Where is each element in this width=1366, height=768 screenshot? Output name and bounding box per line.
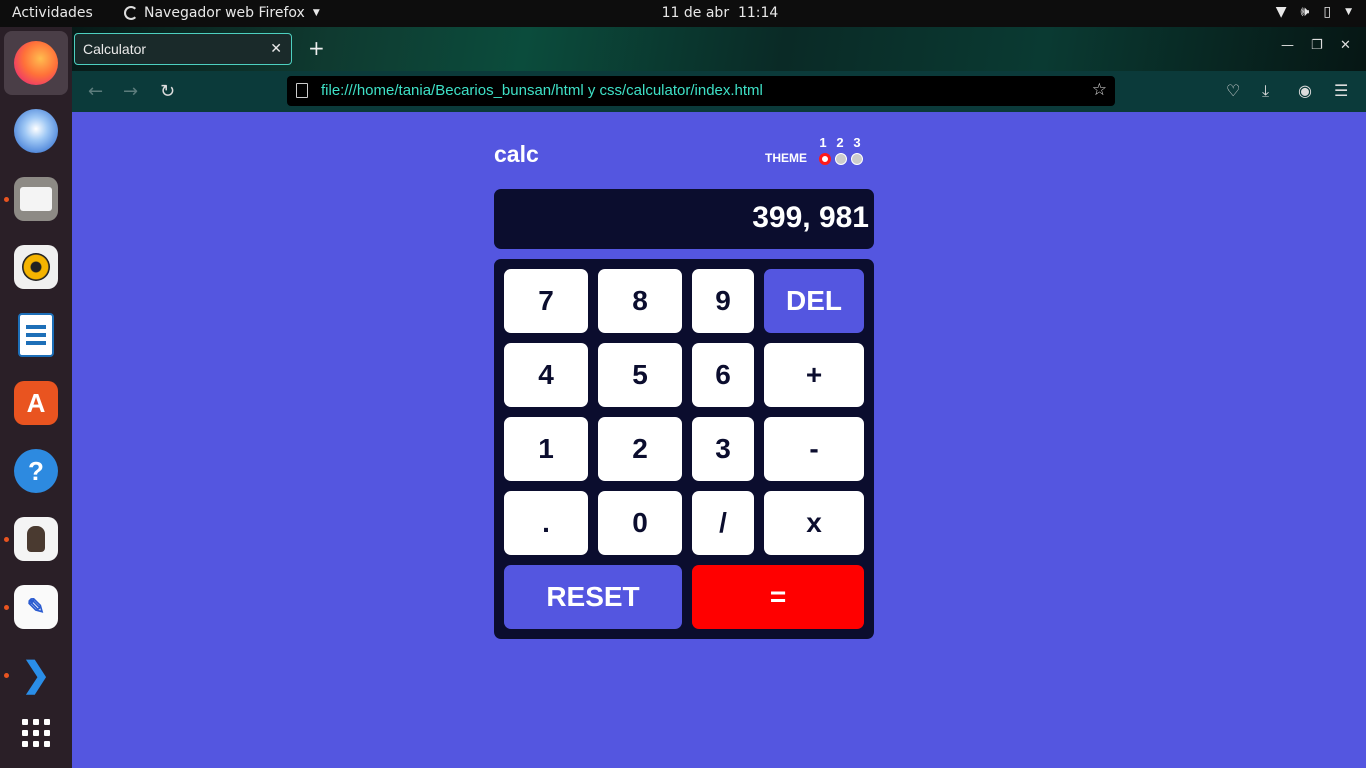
battery-icon: ▯ [1323,4,1332,20]
delete-button[interactable]: DEL [764,269,864,333]
dock-writer[interactable] [4,303,68,367]
close-window-icon[interactable]: ✕ [1340,38,1351,53]
tab-title: Calculator [83,41,147,57]
system-tray[interactable]: ▼ 🕪 ▯ ▼ [1276,4,1352,20]
key-2[interactable]: 2 [598,417,682,481]
key-9[interactable]: 9 [692,269,754,333]
writer-icon [18,313,54,357]
software-icon: A [14,381,58,425]
browser-toolbar: ← → ↻ file:///home/tania/Becarios_bunsan… [72,71,1366,112]
dock-software[interactable]: A [4,371,68,435]
plus-button[interactable]: + [764,343,864,407]
firefox-icon [14,41,58,85]
dock-rhythmbox[interactable] [4,235,68,299]
bookmark-star-icon[interactable]: ☆ [1092,80,1107,100]
browser-tab-strip: Calculator ✕ + — ❐ ✕ [72,27,1366,71]
dock-thunderbird[interactable] [4,99,68,163]
page-icon [296,83,308,98]
chevron-down-icon: ▼ [312,8,320,18]
key-8[interactable]: 8 [598,269,682,333]
help-icon: ? [14,449,58,493]
key-0[interactable]: 0 [598,491,682,555]
dock-vscode[interactable]: ❯ [4,643,68,707]
url-bar[interactable]: file:///home/tania/Becarios_bunsan/html … [287,76,1115,106]
multiply-button[interactable]: x [764,491,864,555]
decimal-button[interactable]: . [504,491,588,555]
forward-icon[interactable]: → [123,81,138,102]
dock-text-editor[interactable]: ✎ [4,575,68,639]
theme-number-2: 2 [836,135,844,150]
theme-number-3: 3 [853,135,861,150]
chevron-down-icon: ▼ [1345,7,1352,17]
thunderbird-icon [14,109,58,153]
vscode-icon: ❯ [21,656,51,694]
clock-time: 11:14 [737,5,779,21]
calculator-keypad: 7 8 9 DEL 4 5 6 + 1 2 3 - . 0 / x RESET … [494,259,874,639]
dock-help[interactable]: ? [4,439,68,503]
key-6[interactable]: 6 [692,343,754,407]
tab-calculator[interactable]: Calculator ✕ [74,33,292,65]
close-icon[interactable]: ✕ [270,40,282,57]
text-editor-icon: ✎ [14,585,58,629]
pocket-icon[interactable]: ♡ [1226,81,1240,100]
lingot-icon [14,517,58,561]
download-icon[interactable]: ⤓ [1262,81,1269,101]
show-apps-button[interactable] [4,701,68,765]
account-icon[interactable]: ◉ [1298,81,1312,100]
clock-date: 11 de abr [661,5,730,21]
calculator-logo: calc [494,141,539,167]
equals-button[interactable]: = [692,565,864,629]
app-menu-label: Navegador web Firefox [144,5,305,21]
calculator-display: 399, 981 [494,189,874,249]
menu-icon[interactable]: ☰ [1334,81,1348,100]
dock-firefox[interactable] [4,31,68,95]
volume-icon: 🕪 [1300,4,1310,20]
key-1[interactable]: 1 [504,417,588,481]
url-text: file:///home/tania/Becarios_bunsan/html … [321,82,763,99]
reset-button[interactable]: RESET [504,565,682,629]
theme-number-1: 1 [819,135,827,150]
files-icon [14,177,58,221]
key-7[interactable]: 7 [504,269,588,333]
theme-radio-2[interactable] [835,153,847,165]
theme-radio-1[interactable] [819,153,831,165]
minus-button[interactable]: - [764,417,864,481]
activities-button[interactable]: Actividades [12,5,93,21]
restore-icon[interactable]: ❐ [1311,38,1323,53]
show-apps-icon [22,719,50,747]
clock[interactable]: 11 de abr 11:14 [662,5,779,21]
theme-label: THEME [765,151,807,165]
back-icon[interactable]: ← [88,81,103,102]
key-5[interactable]: 5 [598,343,682,407]
theme-radio-3[interactable] [851,153,863,165]
app-menu[interactable]: Navegador web Firefox ▼ [124,5,320,21]
divide-button[interactable]: / [692,491,754,555]
new-tab-button[interactable]: + [308,36,325,60]
key-3[interactable]: 3 [692,417,754,481]
display-value: 399, 981 [752,201,869,234]
calculator-header: calc THEME 1 2 3 [494,135,874,175]
system-top-bar: Actividades Navegador web Firefox ▼ 11 d… [0,0,1366,27]
reload-icon[interactable]: ↻ [160,81,175,102]
wifi-icon: ▼ [1275,4,1287,20]
minimize-icon[interactable]: — [1281,38,1294,53]
dock-lingot[interactable] [4,507,68,571]
rhythmbox-icon [14,245,58,289]
firefox-small-icon [124,6,138,20]
dock: A ? ✎ ❯ [0,27,72,768]
dock-files[interactable] [4,167,68,231]
key-4[interactable]: 4 [504,343,588,407]
